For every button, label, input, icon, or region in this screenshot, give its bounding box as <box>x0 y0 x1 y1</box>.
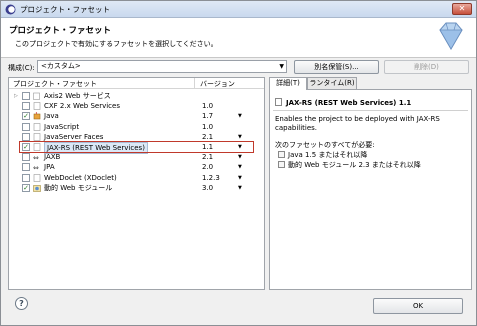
jaxb-icon: ⇔ <box>33 154 39 161</box>
divider <box>273 110 468 111</box>
column-header-facet[interactable]: プロジェクト・ファセット <box>13 79 97 89</box>
facet-name: JAXB <box>44 153 61 162</box>
facet-name: Java <box>44 112 59 121</box>
save-as-button[interactable]: 別名保管(S)... <box>294 60 379 74</box>
selection-highlight <box>19 141 254 153</box>
facet-version[interactable]: 1.2.3 <box>202 173 220 183</box>
table-header: プロジェクト・ファセット バージョン <box>9 78 264 89</box>
svg-text:⇔: ⇔ <box>33 154 39 161</box>
details-description: Enables the project to be deployed with … <box>275 115 440 132</box>
facet-checkbox[interactable]: ✓ <box>22 112 30 121</box>
java-icon <box>33 112 41 120</box>
facet-version: 1.0 <box>202 102 214 111</box>
facet-version: 1.0 <box>202 122 214 131</box>
table-row[interactable]: ⇔ JAXB 2.1 ▼ <box>9 152 264 162</box>
facet-checkbox[interactable]: ✓ <box>22 183 30 192</box>
table-row[interactable]: JavaScript 1.0 <box>9 122 264 132</box>
page-icon <box>33 102 41 110</box>
facet-checkbox[interactable] <box>22 173 30 182</box>
ok-button[interactable]: OK <box>373 298 463 314</box>
column-separator <box>194 78 195 89</box>
page-title: プロジェクト・ファセット <box>9 26 112 36</box>
tab-body: JAX-RS (REST Web Services) 1.1 Enables t… <box>269 89 472 290</box>
facet-version[interactable]: 2.1 <box>202 152 213 162</box>
table-row[interactable]: ✓ 動的 Web モジュール 3.0 ▼ <box>9 183 264 193</box>
chevron-down-icon[interactable]: ▼ <box>238 162 242 172</box>
tab-runtime[interactable]: ランタイム(R) <box>307 77 357 89</box>
delete-button[interactable]: 削除(D) <box>384 60 469 74</box>
facet-checkbox[interactable] <box>22 132 30 141</box>
requirement-item: Java 1.5 またはそれ以降 <box>278 151 367 160</box>
page-icon <box>33 122 41 131</box>
facet-checkbox[interactable] <box>22 153 30 162</box>
chevron-down-icon[interactable]: ▼ <box>238 111 242 121</box>
web-module-icon <box>33 184 41 192</box>
facet-checkbox[interactable] <box>22 163 30 172</box>
tab-details[interactable]: 詳細(T) <box>269 77 307 90</box>
column-header-version[interactable]: バージョン <box>200 79 235 89</box>
table-row[interactable]: ⇔ JPA 2.0 ▼ <box>9 162 264 172</box>
page-description: このプロジェクトで有効にするファセットを選択してください。 <box>15 40 218 48</box>
facet-version[interactable]: 1.7 <box>202 111 213 121</box>
facet-name: WebDoclet (XDoclet) <box>44 173 117 182</box>
facet-name: Axis2 Web サービス <box>44 92 111 100</box>
folder-icon <box>33 92 40 100</box>
page-icon <box>33 132 41 141</box>
table-row[interactable]: CXF 2.x Web Services 1.0 <box>9 101 264 111</box>
expand-icon[interactable]: ▷ <box>14 91 20 101</box>
details-panel: 詳細(T) ランタイム(R) JAX-RS (REST Web Services… <box>269 77 472 290</box>
facet-name: 動的 Web モジュール <box>44 183 113 192</box>
chevron-down-icon[interactable]: ▼ <box>238 152 242 162</box>
jpa-icon: ⇔ <box>33 164 39 171</box>
facet-checkbox[interactable] <box>22 102 30 111</box>
chevron-down-icon: ▼ <box>279 63 284 70</box>
facet-name: JPA <box>44 163 55 172</box>
page-icon <box>275 98 282 106</box>
svg-text:⇔: ⇔ <box>33 164 39 171</box>
facet-version[interactable]: 3.0 <box>202 183 213 193</box>
title-bar: プロジェクト・ファセット ✕ <box>1 1 476 18</box>
requirement-item: 動的 Web モジュール 2.3 またはそれ以降 <box>278 161 421 170</box>
java-icon <box>278 151 285 158</box>
config-value: <カスタム> <box>41 62 81 70</box>
facet-name: JavaScript <box>44 122 80 131</box>
chevron-down-icon[interactable]: ▼ <box>238 173 242 183</box>
config-label: 構成(C): <box>8 64 35 72</box>
config-select[interactable]: <カスタム> ▼ <box>37 60 287 73</box>
help-icon[interactable]: ? <box>15 297 28 310</box>
table-row[interactable]: WebDoclet (XDoclet) 1.2.3 ▼ <box>9 173 264 183</box>
window-title: プロジェクト・ファセット <box>20 5 110 14</box>
facet-checkbox[interactable] <box>22 122 30 131</box>
requirements-label: 次のファセットのすべてが必要: <box>275 141 375 149</box>
eclipse-icon <box>5 4 16 15</box>
chevron-down-icon[interactable]: ▼ <box>238 183 242 193</box>
facet-name: CXF 2.x Web Services <box>44 102 120 111</box>
page-icon <box>33 173 41 182</box>
wizard-header: プロジェクト・ファセット このプロジェクトで有効にするファセットを選択してくださ… <box>1 18 476 58</box>
close-icon[interactable]: ✕ <box>452 3 472 15</box>
table-row[interactable]: ✓ Java 1.7 ▼ <box>9 111 264 121</box>
table-row[interactable]: ▷ Axis2 Web サービス <box>9 91 264 101</box>
facets-table: プロジェクト・ファセット バージョン ▷ Axis2 Web サービス CXF 2.… <box>8 77 265 290</box>
gem-icon <box>439 22 463 50</box>
facet-version[interactable]: 2.0 <box>202 162 213 172</box>
dialog-window: プロジェクト・ファセット ✕ プロジェクト・ファセット このプロジェクトで有効に… <box>0 0 477 326</box>
details-title: JAX-RS (REST Web Services) 1.1 <box>275 98 411 107</box>
web-module-icon <box>278 161 285 168</box>
facet-checkbox[interactable] <box>22 92 30 100</box>
